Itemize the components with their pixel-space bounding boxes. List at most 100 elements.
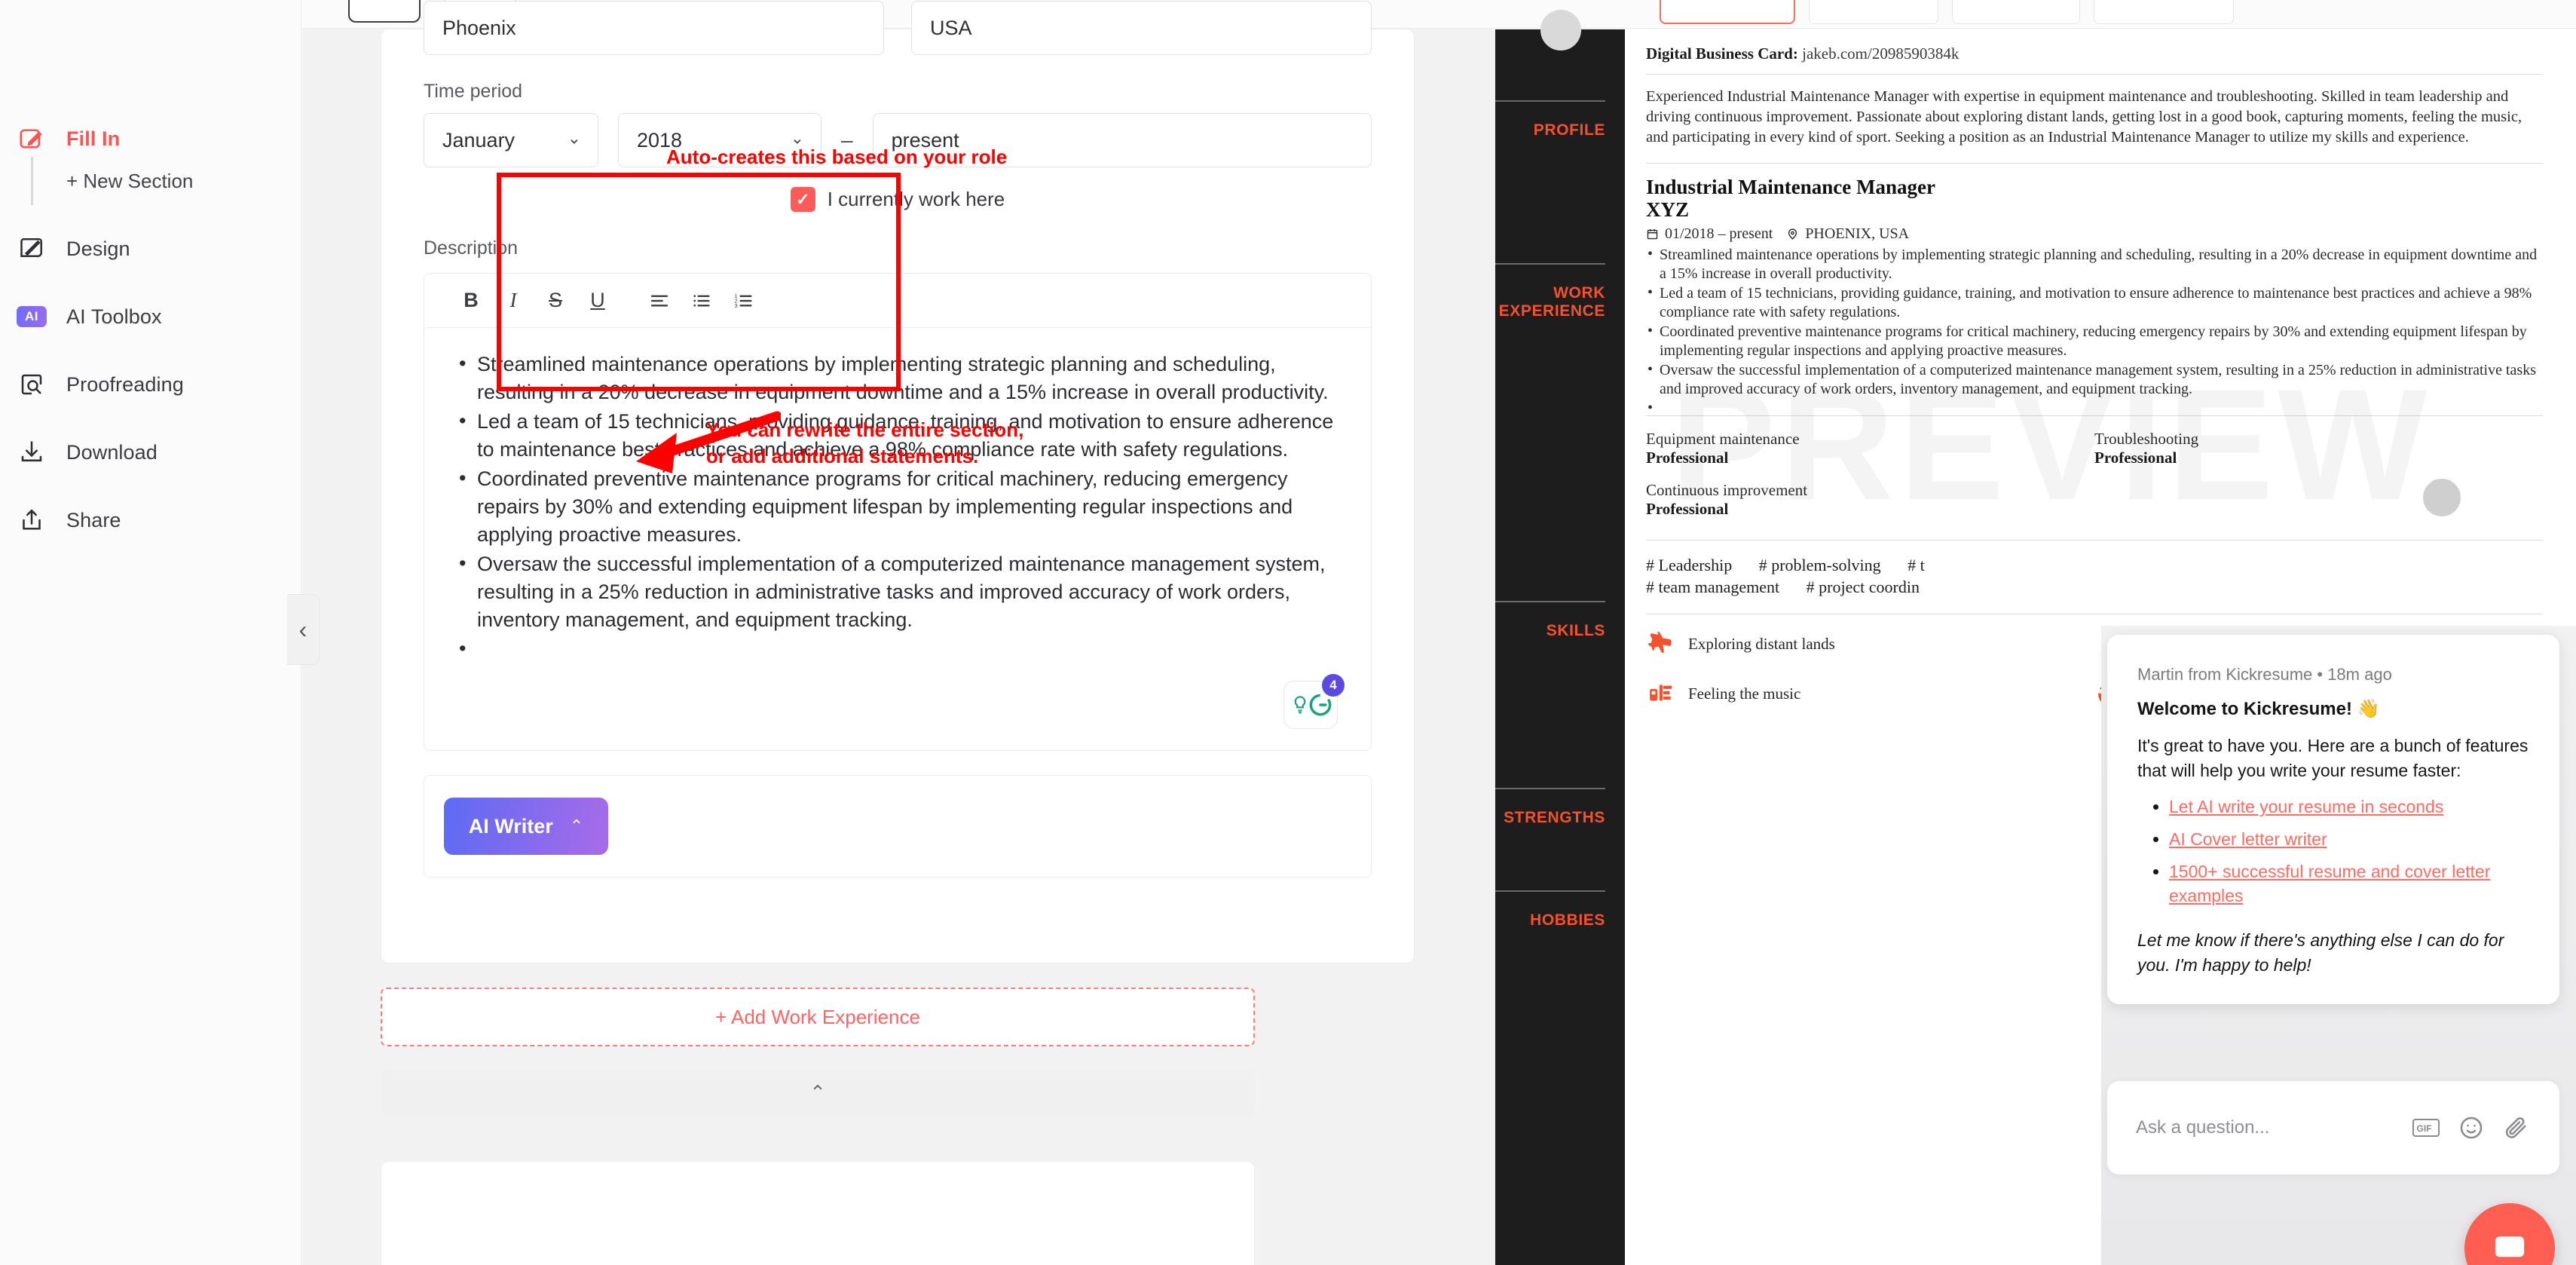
edit-square-icon: [17, 124, 47, 154]
digital-business-card-value: jakeb.com/2098590384k: [1802, 44, 1960, 63]
chat-bubble-icon: [2495, 1236, 2525, 1257]
list-item: Oversaw the successful implementation of…: [454, 550, 1341, 634]
city-input[interactable]: [424, 1, 884, 55]
chat-input-bar[interactable]: Ask a question... GIF: [2107, 1081, 2559, 1175]
collapse-section-button[interactable]: ⌃: [381, 1069, 1255, 1116]
resume-profile-text: Experienced Industrial Maintenance Manag…: [1646, 88, 2522, 146]
resume-preview-pane: PROFILE WORK EXPERIENCE SKILLS STRENGTHS…: [1495, 0, 2576, 1265]
current-work-row: ✓ I currently work here: [424, 187, 1372, 212]
chat-links-list: Let AI write your resume in seconds AI C…: [2169, 795, 2529, 908]
chat-launcher-button[interactable]: [2464, 1203, 2555, 1265]
chat-link-ai-resume[interactable]: Let AI write your resume in seconds: [2169, 797, 2443, 816]
chat-message-paragraph: It's great to have you. Here are a bunch…: [2137, 736, 2529, 780]
grammarly-widget[interactable]: 4: [1283, 674, 1345, 729]
sidebar-item-label: AI Toolbox: [66, 305, 162, 328]
divider: [1646, 415, 2543, 416]
skill-level: Professional: [1646, 499, 1729, 518]
list-item: Let AI write your resume in seconds: [2169, 795, 2529, 819]
sidebar-item-proofreading[interactable]: Proofreading: [0, 363, 301, 406]
sidebar-item-download[interactable]: Download: [0, 431, 301, 473]
strength-tag: # t: [1908, 555, 1925, 574]
resume-job-dates: 01/2018 – present: [1665, 225, 1773, 242]
divider: [1495, 263, 1605, 265]
month-select-value: January: [442, 128, 516, 152]
chevron-up-icon: ⌃: [809, 1080, 826, 1104]
sidebar-item-label: Proofreading: [66, 372, 184, 396]
hobby-label: Exploring distant lands: [1688, 635, 1835, 654]
resume-sidebar-column: PROFILE WORK EXPERIENCE SKILLS STRENGTHS…: [1495, 10, 1625, 1265]
preview-tab-3[interactable]: [1952, 0, 2080, 24]
currently-work-here-checkbox[interactable]: ✓: [790, 187, 815, 212]
chat-input-placeholder[interactable]: Ask a question...: [2136, 1117, 2395, 1138]
numbered-list-icon[interactable]: 1 2 3: [723, 280, 765, 322]
bold-icon[interactable]: B: [450, 280, 492, 322]
sidebar-item-label: Share: [66, 508, 121, 531]
underline-icon[interactable]: U: [577, 280, 619, 322]
preview-topbar: [1495, 0, 2576, 29]
gif-icon[interactable]: GIF: [2412, 1113, 2440, 1142]
sidebar-item-design[interactable]: Design: [0, 228, 301, 270]
next-section-card: [381, 1161, 1255, 1265]
resume-section-skills: SKILLS: [1546, 622, 1605, 639]
template-thumb-selected[interactable]: [348, 0, 421, 23]
hobby-label: Feeling the music: [1688, 685, 1801, 703]
skill-item: Equipment maintenance Professional: [1646, 430, 2094, 467]
annotation-top-text: Auto-creates this based on your role: [666, 145, 1008, 168]
italic-icon[interactable]: I: [492, 280, 534, 322]
resume-section-hobbies: HOBBIES: [1530, 911, 1605, 929]
strength-tag: # problem-solving: [1758, 555, 1881, 574]
chat-message-card: Martin from Kickresume • 18m ago Welcome…: [2107, 635, 2559, 1005]
country-input[interactable]: [911, 1, 1372, 55]
sidebar-item-share[interactable]: Share: [0, 499, 301, 541]
strikethrough-icon[interactable]: S: [534, 280, 577, 322]
brush-icon: [17, 234, 47, 264]
digital-business-card-label: Digital Business Card:: [1646, 44, 1798, 63]
avatar: [1540, 10, 1581, 51]
divider: [1495, 890, 1605, 892]
editor-panel: ⌄ Time period January ⌄ 2018 ⌄: [302, 0, 1495, 1265]
sidebar-rail: [17, 157, 47, 205]
description-textarea[interactable]: Streamlined maintenance operations by im…: [424, 328, 1371, 750]
preview-tab-2[interactable]: [1809, 0, 1938, 24]
sidebar-item-label: Design: [66, 237, 130, 260]
music-icon: [1646, 679, 1676, 709]
check-icon: ✓: [796, 189, 810, 209]
add-work-experience-button[interactable]: + Add Work Experience: [381, 988, 1255, 1046]
ai-writer-button[interactable]: AI Writer ⌃: [444, 798, 608, 855]
city-field-wrap: [424, 1, 884, 55]
chat-message-meta: Martin from Kickresume • 18m ago: [2137, 665, 2392, 684]
strength-tag: # team management: [1646, 577, 1780, 597]
skill-item: Troubleshooting Professional: [2094, 430, 2543, 467]
calendar-icon: [1647, 228, 1658, 239]
divider: [1646, 74, 2543, 75]
divider: [1495, 601, 1605, 602]
airplane-icon: [1646, 629, 1676, 660]
month-select[interactable]: January ⌄: [424, 113, 598, 167]
resume-section-profile: PROFILE: [1533, 121, 1605, 139]
sidebar-item-fill-in[interactable]: Fill In: [0, 118, 301, 160]
divider: [1646, 539, 2543, 541]
sidebar-item-label: Download: [66, 440, 158, 464]
chat-link-examples[interactable]: 1500+ successful resume and cover letter…: [2169, 862, 2490, 906]
chat-message-heading: Welcome to Kickresume! 👋: [2137, 699, 2380, 719]
attachment-icon[interactable]: [2502, 1113, 2531, 1142]
currently-work-here-label: I currently work here: [827, 188, 1005, 210]
sidebar-item-new-section[interactable]: + New Section: [0, 157, 301, 205]
chat-link-cover-letter[interactable]: AI Cover letter writer: [2169, 829, 2327, 849]
resume-skills: Equipment maintenance Professional Troub…: [1646, 430, 2543, 532]
panel-collapse-toggle[interactable]: ‹: [287, 594, 320, 665]
sidebar-item-ai-toolbox[interactable]: AI AI Toolbox: [0, 296, 301, 338]
skill-level: Professional: [2094, 448, 2177, 467]
resume-job-bullets: Streamlined maintenance operations by im…: [1646, 245, 2543, 418]
list-item: Streamlined maintenance operations by im…: [454, 350, 1341, 406]
emoji-icon[interactable]: [2457, 1113, 2486, 1142]
align-icon[interactable]: [638, 280, 681, 322]
resume-section-strengths: STRENGTHS: [1504, 809, 1605, 826]
list-item: 1500+ successful resume and cover letter…: [2169, 859, 2529, 908]
divider: [1646, 163, 2543, 164]
preview-tab-selected[interactable]: [1660, 0, 1795, 24]
chat-widget: Martin from Kickresume • 18m ago Welcome…: [2101, 626, 2576, 1265]
bulleted-list-icon[interactable]: [681, 280, 723, 322]
svg-text:3: 3: [735, 302, 738, 308]
preview-tab-4[interactable]: [2094, 0, 2234, 24]
